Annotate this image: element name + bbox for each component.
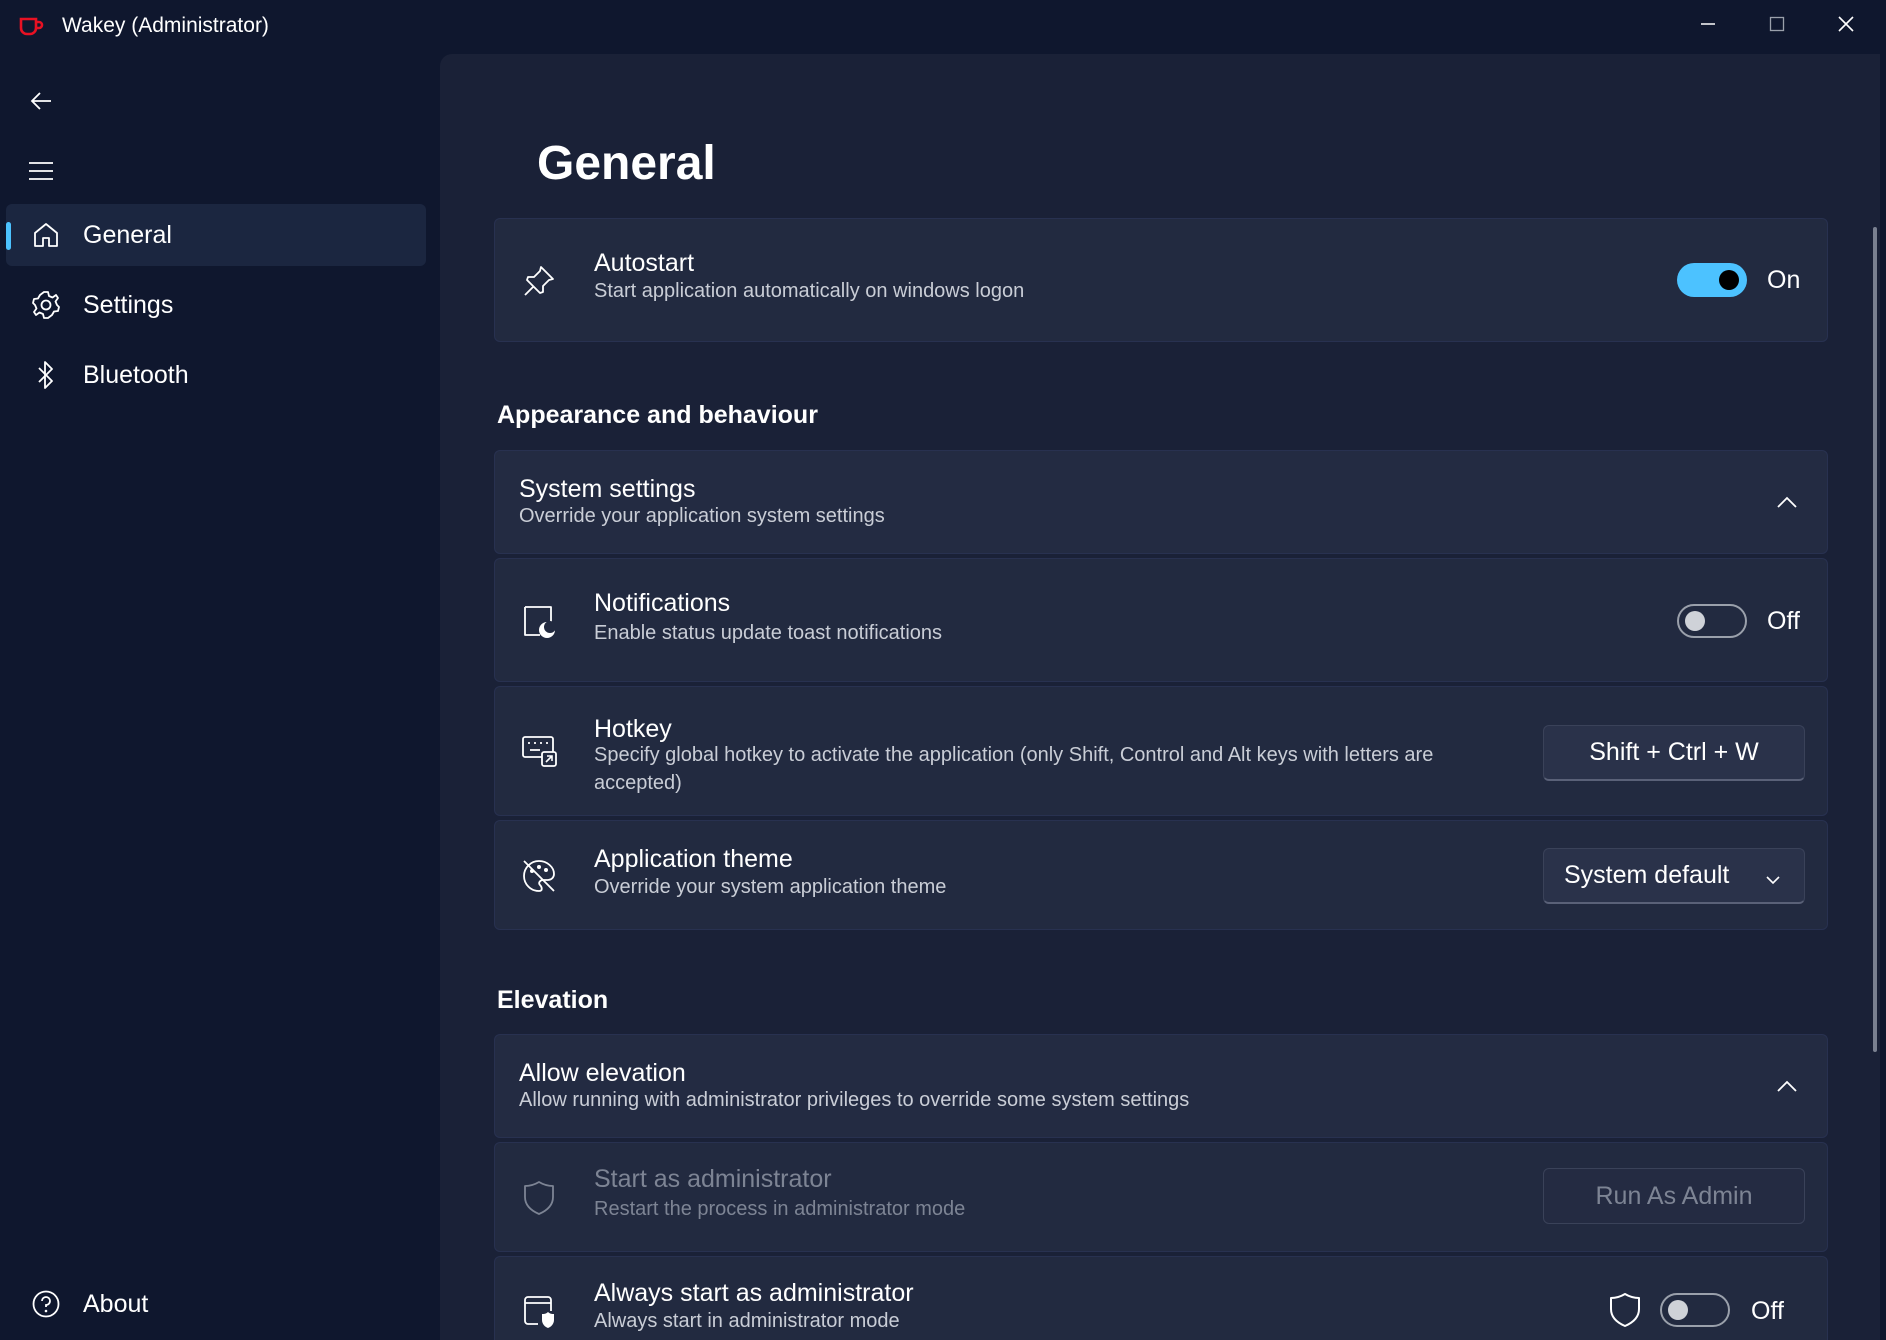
notifications-description: Enable status update toast notifications <box>594 622 943 644</box>
always-admin-description: Always start in administrator mode <box>594 1310 900 1332</box>
gear-icon <box>26 285 66 325</box>
vertical-scrollbar[interactable] <box>1873 227 1877 1052</box>
main-content: General Autostart Start application auto… <box>440 54 1880 1340</box>
system-settings-expander[interactable]: System settings Override your applicatio… <box>494 450 1828 554</box>
shield-icon <box>517 1176 561 1220</box>
bluetooth-icon <box>26 355 66 395</box>
page-title: General <box>537 137 716 190</box>
chevron-up-icon[interactable] <box>1775 491 1799 515</box>
chevron-down-icon <box>1764 867 1782 896</box>
run-as-admin-button[interactable]: Run As Admin <box>1543 1168 1805 1224</box>
system-settings-description: Override your application system setting… <box>519 505 885 527</box>
notifications-toggle-state: Off <box>1767 607 1800 635</box>
toggle-knob <box>1685 611 1705 631</box>
wakey-app-icon <box>18 14 44 38</box>
allow-elevation-title: Allow elevation <box>519 1059 686 1087</box>
back-arrow-icon <box>29 89 53 118</box>
autostart-toggle-state: On <box>1767 266 1801 294</box>
title-bar: Wakey (Administrator) <box>0 0 1886 52</box>
maximize-icon <box>1769 16 1785 37</box>
sidebar-item-about[interactable]: About <box>6 1273 426 1335</box>
hamburger-icon <box>28 160 54 187</box>
autostart-toggle[interactable] <box>1677 263 1747 297</box>
chevron-up-icon[interactable] <box>1775 1075 1799 1099</box>
sidebar-item-settings[interactable]: Settings <box>6 274 426 336</box>
theme-dropdown-value: System default <box>1564 861 1730 889</box>
hotkey-title: Hotkey <box>594 715 672 743</box>
start-admin-card: Start as administrator Restart the proce… <box>494 1142 1828 1252</box>
sidebar-item-label: About <box>83 1289 149 1318</box>
theme-description: Override your system application theme <box>594 876 947 898</box>
toggle-knob <box>1719 270 1739 290</box>
theme-dropdown[interactable]: System default <box>1543 848 1805 904</box>
notifications-card: Notifications Enable status update toast… <box>494 558 1828 682</box>
home-icon <box>26 215 66 255</box>
sidebar-item-label: Settings <box>83 290 174 319</box>
notification-icon <box>517 599 561 643</box>
autostart-card: Autostart Start application automaticall… <box>494 218 1828 342</box>
back-button[interactable] <box>20 82 62 124</box>
keyboard-shortcut-icon <box>517 727 561 771</box>
selection-indicator <box>6 222 11 250</box>
minimize-icon <box>1700 16 1716 37</box>
pin-icon <box>517 259 561 303</box>
window-shield-icon <box>517 1290 561 1334</box>
system-settings-title: System settings <box>519 475 696 503</box>
elevation-section-title: Elevation <box>497 986 609 1014</box>
sidebar-item-label: Bluetooth <box>83 360 189 389</box>
palette-icon <box>517 854 561 898</box>
help-icon <box>26 1284 66 1324</box>
close-button[interactable] <box>1816 6 1876 46</box>
sidebar-item-general[interactable]: General <box>6 204 426 266</box>
always-admin-title: Always start as administrator <box>594 1279 914 1307</box>
toggle-knob <box>1668 1300 1688 1320</box>
hotkey-description: Specify global hotkey to activate the ap… <box>594 744 1434 794</box>
sidebar-item-label: General <box>83 220 172 249</box>
close-icon <box>1837 15 1855 38</box>
hotkey-card: Hotkey Specify global hotkey to activate… <box>494 686 1828 816</box>
theme-card: Application theme Override your system a… <box>494 820 1828 930</box>
notifications-title: Notifications <box>594 589 731 617</box>
sidebar: General Settings Bluetooth About <box>0 52 440 1340</box>
shield-icon <box>1607 1291 1643 1334</box>
autostart-title: Autostart <box>594 249 695 277</box>
theme-title: Application theme <box>594 845 793 873</box>
allow-elevation-expander[interactable]: Allow elevation Allow running with admin… <box>494 1034 1828 1138</box>
allow-elevation-description: Allow running with administrator privile… <box>519 1089 1190 1111</box>
start-admin-description: Restart the process in administrator mod… <box>594 1198 966 1220</box>
minimize-button[interactable] <box>1678 6 1738 46</box>
maximize-button[interactable] <box>1747 6 1807 46</box>
appearance-section-title: Appearance and behaviour <box>497 401 818 429</box>
autostart-description: Start application automatically on windo… <box>594 280 1025 302</box>
notifications-toggle[interactable] <box>1677 604 1747 638</box>
always-admin-card: Always start as administrator Always sta… <box>494 1256 1828 1340</box>
always-admin-toggle-state: Off <box>1751 1297 1784 1325</box>
hotkey-input-button[interactable]: Shift + Ctrl + W <box>1543 725 1805 781</box>
always-admin-toggle[interactable] <box>1660 1293 1730 1327</box>
window-title: Wakey (Administrator) <box>62 14 269 37</box>
menu-button[interactable] <box>20 152 62 194</box>
start-admin-title: Start as administrator <box>594 1165 832 1193</box>
sidebar-item-bluetooth[interactable]: Bluetooth <box>6 344 426 406</box>
